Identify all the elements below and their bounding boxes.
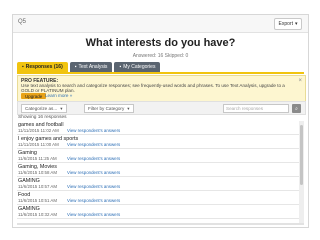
list-item: Food 11/6/2015 10:51 AM View respondent'…: [17, 191, 304, 205]
filter-category-select[interactable]: Filter by Category ▾: [84, 104, 134, 113]
pro-feature-banner: PRO FEATURE: × Use text analysis to sear…: [17, 75, 306, 102]
chevron-down-icon: ▾: [60, 105, 63, 111]
view-answers-link[interactable]: View respondent's answers: [67, 212, 120, 217]
scrollbar-thumb[interactable]: [300, 125, 303, 185]
filter-bar: Categorize as... ▾ Filter by Category ▾ …: [17, 101, 306, 115]
tab-my-categories[interactable]: ▪ My Categories: [114, 62, 161, 72]
response-date: 11/11/2015 11:00 AM: [18, 142, 59, 147]
filter-label: Filter by Category: [88, 106, 125, 111]
response-date: 11/6/2015 11:25 AM: [18, 156, 57, 161]
view-answers-link[interactable]: View respondent's answers: [67, 184, 120, 189]
learn-more-link[interactable]: Learn more »: [45, 93, 72, 98]
answer-stats: Answered: 16 Skipped: 0: [132, 53, 189, 59]
panel-header: Q5 Export ▾: [13, 15, 308, 33]
view-answers-link[interactable]: View respondent's answers: [67, 170, 120, 175]
list-item: Gaming, Movies 11/6/2015 10:58 AM View r…: [17, 163, 304, 177]
response-date: 11/6/2015 10:58 AM: [18, 170, 57, 175]
categorize-label: Categorize as...: [25, 106, 58, 111]
comment-icon: ▪: [22, 64, 24, 70]
response-date: 11/6/2015 10:57 AM: [18, 184, 57, 189]
search-icon[interactable]: ⌕: [292, 104, 301, 113]
close-icon[interactable]: ×: [298, 78, 302, 84]
list-item: Gaming 11/6/2015 11:25 AM View responden…: [17, 149, 304, 163]
tab-label: My Categories: [123, 64, 156, 70]
question-number: Q5: [18, 19, 27, 25]
tab-text-analysis[interactable]: ▪ Text Analysis: [69, 62, 113, 72]
view-answers-link[interactable]: View respondent's answers: [67, 128, 120, 133]
response-date: 11/6/2015 10:51 AM: [18, 198, 57, 203]
upgrade-button[interactable]: Upgrade: [21, 93, 47, 99]
chevron-down-icon: ▾: [294, 21, 298, 27]
chevron-down-icon: ▾: [127, 105, 130, 111]
view-answers-link[interactable]: View respondent's answers: [67, 198, 120, 203]
question-title: What interests do you have?: [85, 37, 236, 49]
export-label: Export: [278, 21, 293, 27]
response-date: 11/6/2015 10:32 AM: [18, 212, 57, 217]
question-panel: Q5 Export ▾ What interests do you have? …: [12, 14, 309, 228]
list-item: I enjoy games and sports 11/11/2015 11:0…: [17, 135, 304, 149]
tab-responses[interactable]: ▪ Responses (16): [17, 62, 68, 72]
scrollbar[interactable]: [299, 121, 304, 223]
list-item: games and football 11/11/2015 11:02 AM V…: [17, 121, 304, 135]
view-answers-link[interactable]: View respondent's answers: [67, 156, 120, 161]
lock-icon: ▪: [74, 64, 77, 70]
tab-label: Text Analysis: [78, 64, 108, 70]
lock-icon: ▪: [119, 64, 122, 70]
tab-label: Responses (16): [25, 64, 63, 70]
response-list: games and football 11/11/2015 11:02 AM V…: [17, 121, 304, 223]
divider: [17, 223, 304, 225]
export-button[interactable]: Export ▾: [274, 18, 302, 30]
categorize-select[interactable]: Categorize as... ▾: [21, 104, 67, 113]
list-item: GAMING 11/6/2015 10:32 AM View responden…: [17, 205, 304, 219]
tab-underline: [17, 72, 304, 74]
tab-bar: ▪ Responses (16) ▪ Text Analysis ▪ My Ca…: [17, 62, 161, 72]
view-answers-link[interactable]: View respondent's answers: [67, 142, 120, 147]
search-input[interactable]: Search responses: [223, 104, 289, 113]
list-item: GAMING 11/6/2015 10:57 AM View responden…: [17, 177, 304, 191]
response-date: 11/11/2015 11:02 AM: [18, 128, 59, 133]
response-count: Showing 16 responses: [18, 115, 67, 120]
